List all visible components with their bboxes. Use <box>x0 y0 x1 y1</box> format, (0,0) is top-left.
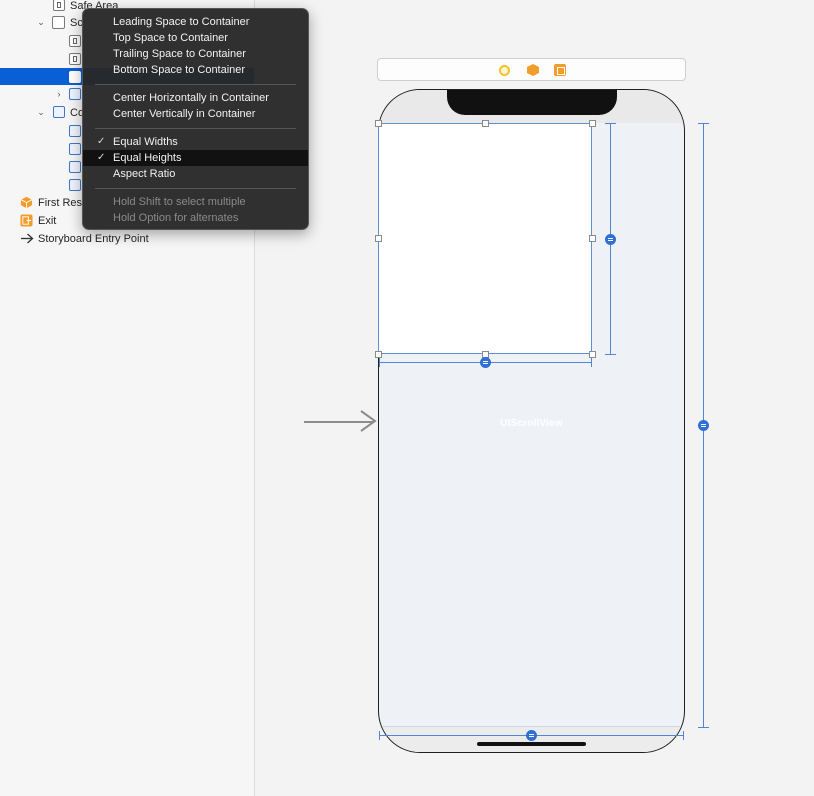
equal-constraint-badge[interactable] <box>526 730 537 741</box>
selected-content-view[interactable] <box>378 123 592 354</box>
view-icon <box>69 53 81 65</box>
device-notch <box>447 90 617 115</box>
checkmark-icon: ✓ <box>97 136 106 147</box>
menu-item-leading-space[interactable]: Leading Space to Container <box>83 14 308 30</box>
exit-icon <box>20 214 33 227</box>
outline-row-entry-point[interactable]: Storyboard Entry Point <box>0 230 254 247</box>
menu-separator <box>95 84 296 85</box>
menu-item-center-horizontally[interactable]: Center Horizontally in Container <box>83 90 308 106</box>
constraint-context-menu: Leading Space to Container Top Space to … <box>82 8 309 230</box>
view-icon <box>53 0 65 11</box>
constraint-icon <box>69 143 81 155</box>
view-icon <box>69 71 81 83</box>
menu-item-center-vertically[interactable]: Center Vertically in Container <box>83 106 308 122</box>
resize-handle[interactable] <box>375 235 382 242</box>
equal-constraint-badge[interactable] <box>480 357 491 368</box>
outline-row-label: Storyboard Entry Point <box>38 232 149 245</box>
constraint-icon <box>69 161 81 173</box>
resize-handle[interactable] <box>589 120 596 127</box>
menu-item-label: Aspect Ratio <box>113 168 176 180</box>
menu-item-aspect-ratio[interactable]: Aspect Ratio <box>83 166 308 182</box>
resize-handle[interactable] <box>375 120 382 127</box>
view-icon <box>69 35 81 47</box>
menu-item-trailing-space[interactable]: Trailing Space to Container <box>83 46 308 62</box>
outline-row-label: Sc <box>70 16 83 29</box>
resize-handle[interactable] <box>375 351 382 358</box>
menu-separator <box>95 188 296 189</box>
menu-item-top-space[interactable]: Top Space to Container <box>83 30 308 46</box>
checkmark-icon: ✓ <box>97 152 106 163</box>
constraint-cap <box>698 123 709 124</box>
arrow-right-icon <box>21 233 34 244</box>
chevron-right-icon[interactable]: › <box>54 89 64 99</box>
home-indicator <box>477 742 586 746</box>
scroll-view-icon <box>52 16 65 29</box>
constraint-cap <box>683 731 684 740</box>
menu-item-equal-widths[interactable]: ✓ Equal Widths <box>83 134 308 150</box>
menu-item-equal-heights[interactable]: ✓ Equal Heights <box>83 150 308 166</box>
menu-item-label: Equal Widths <box>113 136 178 148</box>
constraint-icon <box>69 179 81 191</box>
menu-item-bottom-space[interactable]: Bottom Space to Container <box>83 62 308 78</box>
constraints-icon <box>53 106 65 118</box>
outline-row-label: First Res <box>38 196 82 209</box>
equal-constraint-badge[interactable] <box>698 420 709 431</box>
constraint-cap <box>379 731 380 740</box>
constraint-cap <box>591 358 592 367</box>
first-responder-icon <box>20 196 33 209</box>
resize-handle[interactable] <box>482 120 489 127</box>
menu-hint-option: Hold Option for alternates <box>113 212 239 224</box>
menu-item-label: Equal Heights <box>113 152 182 164</box>
arrow-head-icon <box>360 410 377 432</box>
storyboard-canvas[interactable]: UIScrollView <box>255 0 814 796</box>
chevron-down-icon[interactable]: ⌄ <box>36 107 46 117</box>
constraint-icon <box>69 125 81 137</box>
equal-constraint-badge[interactable] <box>605 234 616 245</box>
menu-separator <box>95 128 296 129</box>
chevron-down-icon[interactable]: ⌄ <box>36 17 46 27</box>
constraint-cap <box>379 358 380 367</box>
menu-hint-shift: Hold Shift to select multiple <box>113 196 246 208</box>
outline-row-label: Exit <box>38 214 57 227</box>
constraint-cap <box>605 123 616 124</box>
constraint-cap <box>698 727 709 728</box>
resize-handle[interactable] <box>589 235 596 242</box>
first-responder-icon[interactable] <box>527 64 539 76</box>
constraint-cap <box>605 354 616 355</box>
scene-dock[interactable] <box>377 58 686 81</box>
exit-icon[interactable] <box>554 64 566 76</box>
scroll-view-label: UIScrollView <box>500 418 563 429</box>
view-controller-icon[interactable] <box>499 65 510 76</box>
resize-handle[interactable] <box>589 351 596 358</box>
constraints-icon <box>69 88 81 100</box>
